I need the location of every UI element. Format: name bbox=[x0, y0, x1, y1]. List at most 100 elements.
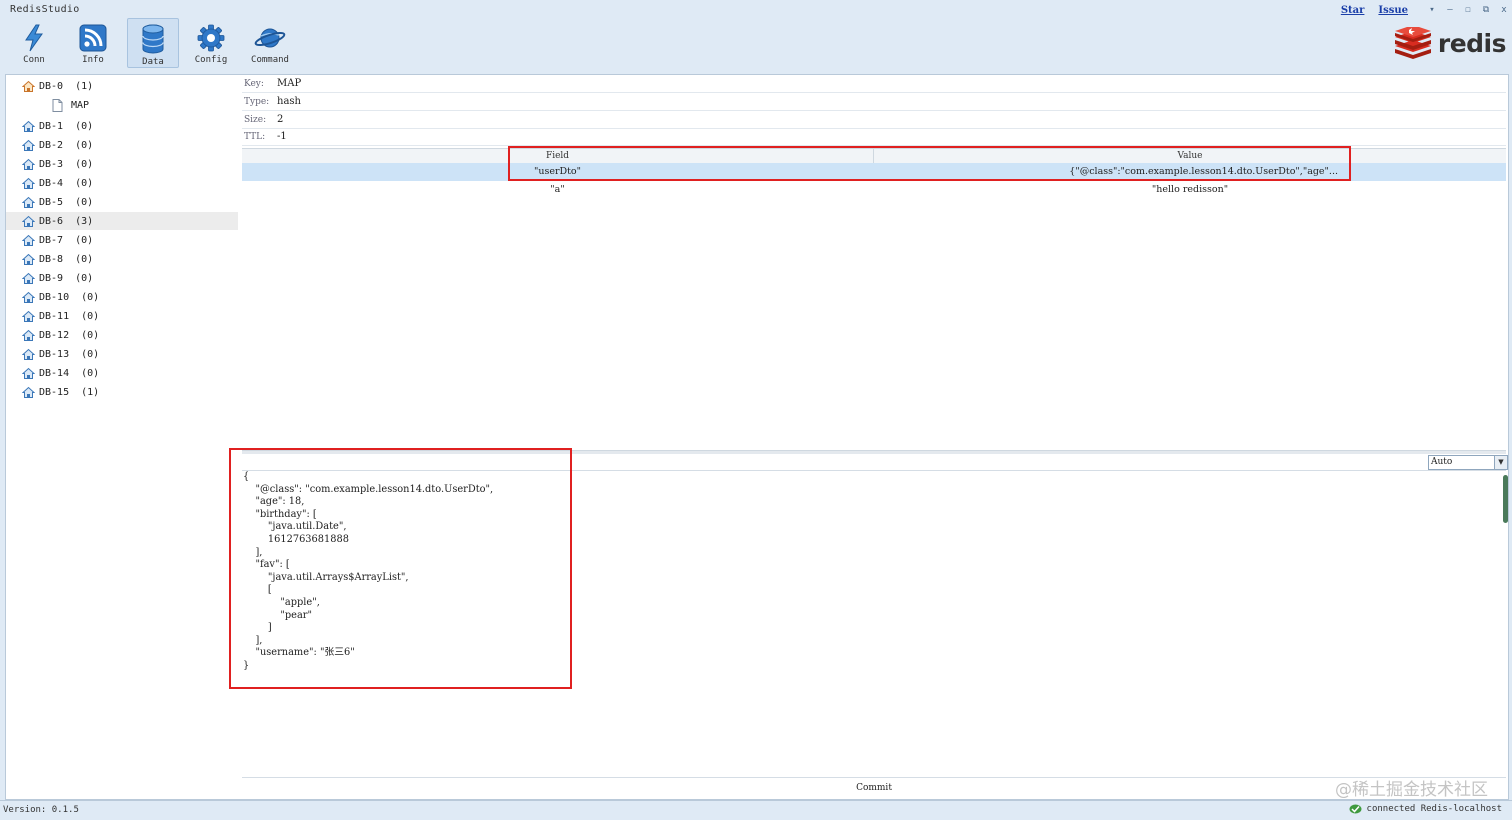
toolbar-data-button[interactable]: Data bbox=[127, 18, 179, 68]
tree-item-label: DB-9 (0) bbox=[39, 272, 94, 284]
close-button[interactable]: x bbox=[1496, 4, 1512, 16]
tree-item-db[interactable]: DB-14 (0) bbox=[6, 364, 238, 382]
tree-item-label: DB-15 (1) bbox=[39, 386, 100, 398]
toolbar-conn-button[interactable]: Conn bbox=[9, 19, 59, 67]
watermark: @稀土掘金技术社区 bbox=[1335, 780, 1488, 800]
type-label: Type: bbox=[244, 96, 270, 107]
tree-item-db[interactable]: DB-9 (0) bbox=[6, 269, 238, 287]
redis-logo: redis bbox=[1393, 26, 1507, 60]
toolbar: Conn Info Data Config Command bbox=[0, 18, 1512, 70]
tree-item-db[interactable]: DB-2 (0) bbox=[6, 136, 238, 154]
toolbar-info-label: Info bbox=[82, 55, 104, 65]
issue-link[interactable]: Issue bbox=[1378, 5, 1408, 16]
ttl-value[interactable]: -1 bbox=[277, 131, 287, 142]
chevron-down-icon[interactable]: ▼ bbox=[1494, 456, 1507, 469]
tree-item-db[interactable]: DB-15 (1) bbox=[6, 383, 238, 401]
database-icon bbox=[22, 348, 35, 361]
key-label: Key: bbox=[244, 78, 264, 89]
tree-item-db[interactable]: DB-8 (0) bbox=[6, 250, 238, 268]
format-select[interactable]: Auto ▼ bbox=[1428, 455, 1508, 470]
tree-item-label: DB-10 (0) bbox=[39, 291, 100, 303]
gear-icon bbox=[197, 24, 225, 52]
tree-item-label: DB-3 (0) bbox=[39, 158, 94, 170]
restore-button[interactable]: ⧉ bbox=[1478, 4, 1494, 16]
hash-grid-row[interactable]: "userDto" {"@class":"com.example.lesson1… bbox=[242, 163, 1506, 181]
key-row: Key: MAP bbox=[242, 75, 1506, 93]
toolbar-conn-label: Conn bbox=[23, 55, 45, 65]
tree-item-label: DB-1 (0) bbox=[39, 120, 94, 132]
redis-cube-icon bbox=[1394, 27, 1431, 59]
value-editor[interactable]: { "@class": "com.example.lesson14.dto.Us… bbox=[242, 471, 1503, 777]
tree-item-db[interactable]: DB-3 (0) bbox=[6, 155, 238, 173]
tree-item-label: DB-7 (0) bbox=[39, 234, 94, 246]
tree-item-label: DB-0 (1) bbox=[39, 80, 94, 92]
maximize-button[interactable]: ☐ bbox=[1460, 4, 1476, 16]
editor-scrollbar[interactable] bbox=[1503, 475, 1508, 523]
splitter[interactable] bbox=[242, 450, 1506, 454]
toolbar-command-button[interactable]: Command bbox=[245, 19, 295, 67]
value-cell: "hello redisson" bbox=[1151, 184, 1229, 195]
toolbar-config-label: Config bbox=[194, 55, 228, 65]
database-icon bbox=[22, 139, 35, 152]
tree-item-db[interactable]: DB-13 (0) bbox=[6, 345, 238, 363]
format-select-value: Auto bbox=[1431, 457, 1453, 467]
tree-item-db[interactable]: DB-4 (0) bbox=[6, 174, 238, 192]
window-menu-button[interactable]: ▾ bbox=[1424, 4, 1440, 16]
data-panel: Key: MAP Type: hash Size: 2 TTL: -1 Fiel… bbox=[242, 74, 1509, 800]
size-row: Size: 2 bbox=[242, 111, 1506, 129]
tree-item-db[interactable]: DB-11 (0) bbox=[6, 307, 238, 325]
connected-icon bbox=[1349, 804, 1362, 814]
top-links: Star Issue ▾ — ☐ ⧉ x bbox=[1341, 2, 1512, 18]
version-text: Version: 0.1.5 bbox=[3, 805, 79, 815]
minimize-button[interactable]: — bbox=[1442, 4, 1458, 16]
database-tree: DB-0 (1) MAP DB-1 (0) DB-2 (0) DB-3 (0) DB-4 … bbox=[5, 74, 243, 800]
tree-item-db[interactable]: DB-12 (0) bbox=[6, 326, 238, 344]
commit-button[interactable]: Commit bbox=[242, 777, 1506, 799]
database-icon bbox=[22, 253, 35, 266]
app-title: RedisStudio bbox=[10, 4, 80, 15]
tree-item-label: DB-2 (0) bbox=[39, 139, 94, 151]
size-value: 2 bbox=[277, 114, 284, 125]
tree-item-db[interactable]: DB-6 (3) bbox=[6, 212, 238, 230]
tree-item-label: DB-11 (0) bbox=[39, 310, 100, 322]
ttl-row: TTL: -1 bbox=[242, 128, 1506, 146]
ttl-label: TTL: bbox=[244, 131, 266, 142]
type-row: Type: hash bbox=[242, 93, 1506, 111]
connection-text: connected Redis-localhost bbox=[1366, 804, 1502, 814]
database-icon bbox=[22, 291, 35, 304]
tree-item-db[interactable]: DB-10 (0) bbox=[6, 288, 238, 306]
tree-item-db[interactable]: DB-0 (1) bbox=[6, 77, 238, 95]
field-column-header[interactable]: Field bbox=[242, 149, 874, 163]
tree-item-db[interactable]: DB-1 (0) bbox=[6, 117, 238, 135]
star-link[interactable]: Star bbox=[1341, 5, 1365, 16]
database-icon bbox=[22, 196, 35, 209]
field-cell: "a" bbox=[550, 184, 565, 195]
database-icon bbox=[22, 367, 35, 380]
toolbar-command-label: Command bbox=[251, 55, 289, 65]
database-icon bbox=[142, 24, 164, 54]
database-icon bbox=[22, 215, 35, 228]
database-icon bbox=[22, 177, 35, 190]
value-column-header[interactable]: Value bbox=[874, 149, 1506, 163]
database-open-icon bbox=[22, 80, 35, 93]
key-file-icon bbox=[52, 98, 65, 112]
tree-item-db[interactable]: DB-7 (0) bbox=[6, 231, 238, 249]
tree-item-label: DB-14 (0) bbox=[39, 367, 100, 379]
lightning-icon bbox=[25, 24, 43, 52]
tree-item-label: DB-4 (0) bbox=[39, 177, 94, 189]
tree-item-label: DB-5 (0) bbox=[39, 196, 94, 208]
database-icon bbox=[22, 272, 35, 285]
size-label: Size: bbox=[244, 114, 267, 125]
tree-item-key[interactable]: MAP bbox=[6, 96, 238, 114]
database-icon bbox=[22, 120, 35, 133]
tree-item-db[interactable]: DB-5 (0) bbox=[6, 193, 238, 211]
database-icon bbox=[22, 329, 35, 342]
tree-item-label: DB-6 (3) bbox=[39, 215, 94, 227]
toolbar-config-button[interactable]: Config bbox=[186, 19, 236, 67]
toolbar-data-label: Data bbox=[142, 57, 164, 67]
tree-item-label: DB-8 (0) bbox=[39, 253, 94, 265]
rss-icon bbox=[79, 24, 107, 52]
hash-grid-row[interactable]: "a" "hello redisson" bbox=[242, 181, 1506, 199]
toolbar-info-button[interactable]: Info bbox=[68, 19, 118, 67]
hash-grid-header: Field Value bbox=[242, 148, 1506, 164]
